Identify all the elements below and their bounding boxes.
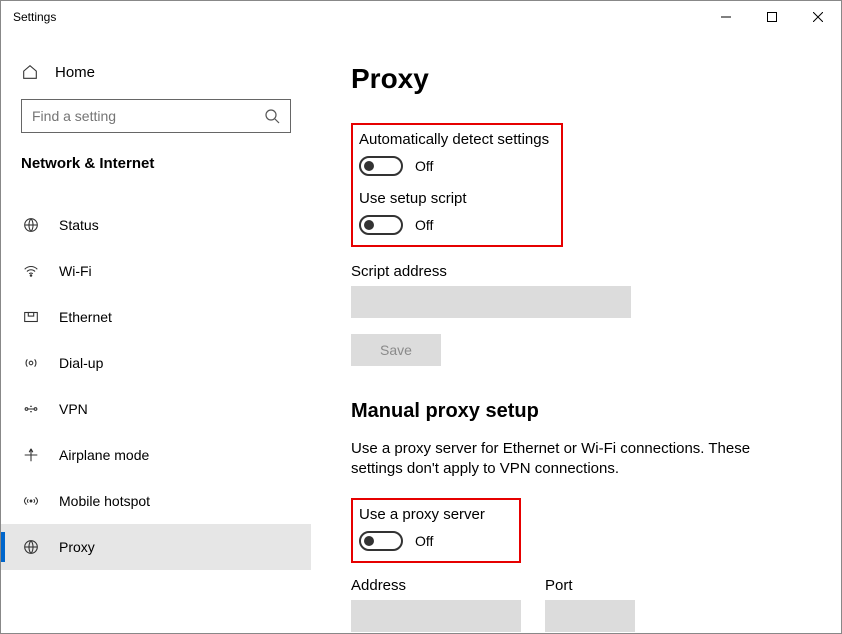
sidebar-item-dialup[interactable]: Dial-up xyxy=(1,340,311,386)
use-proxy-toggle[interactable] xyxy=(359,531,403,551)
sidebar-item-label: Mobile hotspot xyxy=(59,493,150,509)
category-title: Network & Internet xyxy=(1,155,311,190)
sidebar-item-hotspot[interactable]: Mobile hotspot xyxy=(1,478,311,524)
use-proxy-label: Use a proxy server xyxy=(359,506,507,523)
sidebar-item-vpn[interactable]: VPN xyxy=(1,386,311,432)
sidebar-item-airplane[interactable]: Airplane mode xyxy=(1,432,311,478)
status-icon xyxy=(21,216,41,234)
sidebar-item-proxy[interactable]: Proxy xyxy=(1,524,311,570)
window-title: Settings xyxy=(13,10,56,24)
main-content: Proxy Automatically detect settings Off … xyxy=(311,33,841,633)
use-script-state: Off xyxy=(415,217,433,233)
minimize-button[interactable] xyxy=(703,1,749,33)
address-input[interactable] xyxy=(351,600,521,632)
auto-detect-label: Automatically detect settings xyxy=(359,131,549,148)
save-button[interactable]: Save xyxy=(351,334,441,366)
close-button[interactable] xyxy=(795,1,841,33)
wifi-icon xyxy=(21,262,41,280)
manual-heading: Manual proxy setup xyxy=(351,400,811,423)
sidebar-item-label: Dial-up xyxy=(59,355,103,371)
sidebar-item-ethernet[interactable]: Ethernet xyxy=(1,294,311,340)
script-address-input[interactable] xyxy=(351,286,631,318)
search-input[interactable] xyxy=(32,108,264,124)
use-proxy-state: Off xyxy=(415,533,433,549)
home-icon xyxy=(21,63,39,81)
maximize-button[interactable] xyxy=(749,1,795,33)
sidebar: Home Network & Internet Status Wi-Fi Eth… xyxy=(1,33,311,633)
sidebar-item-status[interactable]: Status xyxy=(1,202,311,248)
sidebar-item-label: Status xyxy=(59,217,99,233)
address-label: Address xyxy=(351,577,521,594)
sidebar-item-label: VPN xyxy=(59,401,88,417)
sidebar-item-label: Wi-Fi xyxy=(59,263,92,279)
sidebar-item-label: Proxy xyxy=(59,539,95,555)
script-address-label: Script address xyxy=(351,263,811,280)
dialup-icon xyxy=(21,354,41,372)
airplane-icon xyxy=(21,446,41,464)
search-icon xyxy=(264,108,280,124)
sidebar-home[interactable]: Home xyxy=(1,63,311,99)
proxy-icon xyxy=(21,538,41,556)
ethernet-icon xyxy=(21,308,41,326)
manual-description: Use a proxy server for Ethernet or Wi-Fi… xyxy=(351,439,771,480)
search-input-container[interactable] xyxy=(21,99,291,133)
port-input[interactable] xyxy=(545,600,635,632)
port-label: Port xyxy=(545,577,635,594)
highlight-auto-section: Automatically detect settings Off Use se… xyxy=(351,123,563,247)
sidebar-item-label: Airplane mode xyxy=(59,447,149,463)
hotspot-icon xyxy=(21,492,41,510)
sidebar-item-label: Ethernet xyxy=(59,309,112,325)
vpn-icon xyxy=(21,400,41,418)
use-script-toggle[interactable] xyxy=(359,215,403,235)
auto-detect-state: Off xyxy=(415,158,433,174)
home-label: Home xyxy=(55,64,95,81)
highlight-proxy-section: Use a proxy server Off xyxy=(351,498,521,563)
use-script-label: Use setup script xyxy=(359,190,549,207)
sidebar-item-wifi[interactable]: Wi-Fi xyxy=(1,248,311,294)
page-title: Proxy xyxy=(351,63,811,95)
auto-detect-toggle[interactable] xyxy=(359,156,403,176)
